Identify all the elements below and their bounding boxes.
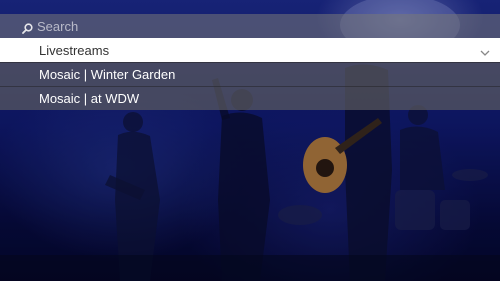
menu-item-label: Livestreams	[39, 42, 110, 58]
menu-item-at-wdw[interactable]: Mosaic | at WDW	[0, 86, 500, 110]
menu-item-livestreams[interactable]: Livestreams	[0, 38, 500, 62]
search-input[interactable]: Search	[37, 19, 78, 34]
menu-list: Livestreams Mosaic | Winter Garden Mosai…	[0, 38, 500, 110]
search-icon	[22, 21, 33, 34]
search-bar[interactable]: Search	[0, 14, 500, 38]
menu-item-label: Mosaic | Winter Garden	[39, 67, 176, 82]
chevron-down-icon[interactable]	[480, 45, 490, 56]
app-screen: Search Livestreams Mosaic | Winter Garde…	[0, 0, 500, 281]
menu-item-winter-garden[interactable]: Mosaic | Winter Garden	[0, 62, 500, 86]
menu-item-label: Mosaic | at WDW	[39, 91, 140, 106]
